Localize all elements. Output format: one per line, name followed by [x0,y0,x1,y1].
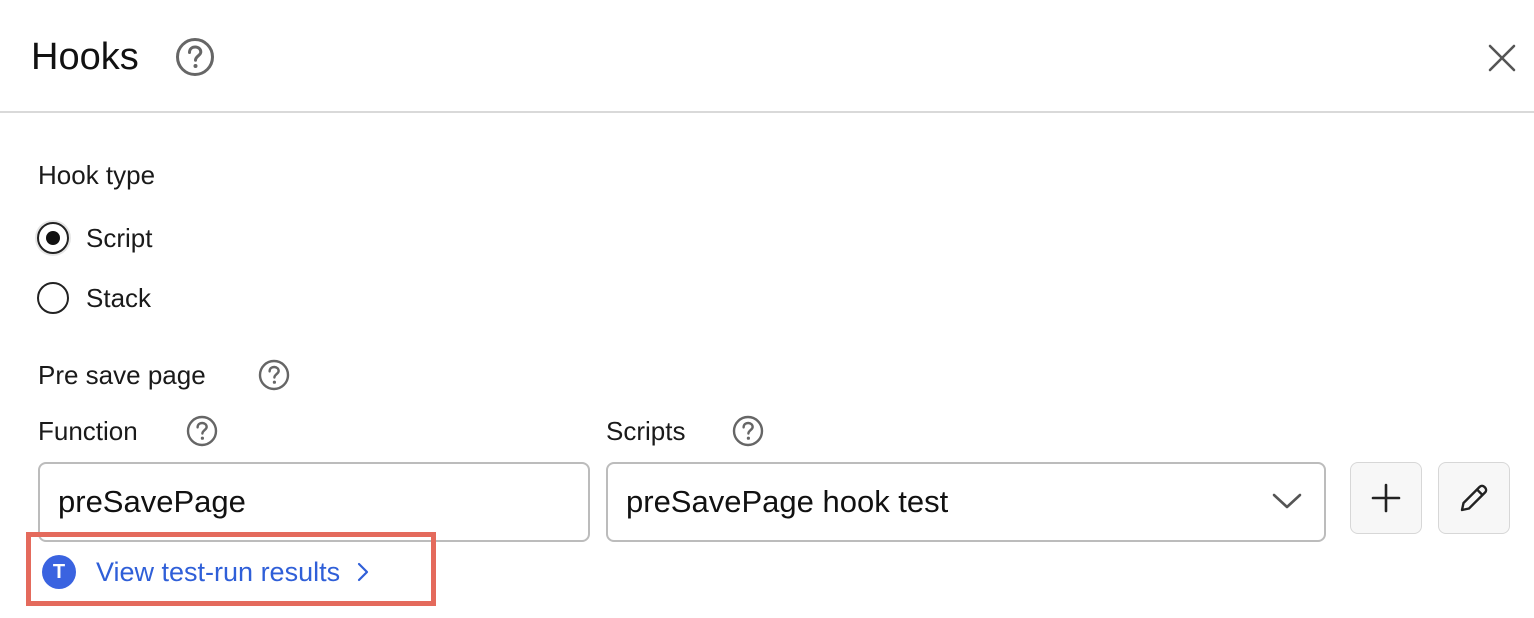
scripts-select[interactable]: preSavePage hook test [606,462,1326,542]
chevron-down-icon [1272,491,1302,511]
function-label: Function [38,416,138,446]
panel-title: Hooks [31,36,139,78]
hook-type-label: Hook type [38,160,156,190]
add-script-button[interactable] [1350,462,1422,534]
edit-script-button[interactable] [1438,462,1510,534]
radio-script-label[interactable]: Script [86,223,152,253]
test-avatar: T [42,555,76,589]
scripts-label: Scripts [606,416,686,446]
title-help-icon[interactable] [175,37,215,77]
close-icon [1488,44,1516,72]
radio-script[interactable]: Script [37,222,152,254]
scripts-help-icon[interactable] [732,415,764,447]
radio-stack[interactable]: Stack [37,282,151,314]
chevron-right-icon [356,561,370,583]
function-input[interactable] [38,462,590,542]
radio-script-circle[interactable] [37,222,69,254]
pre-save-page-help-icon[interactable] [258,359,290,391]
radio-selected-dot [46,231,60,245]
pre-save-page-label: Pre save page [38,360,206,390]
hooks-panel: Hooks Hook type Script Stack Pre save pa… [0,0,1534,618]
view-test-run-results-link[interactable]: T View test-run results [42,554,370,590]
close-button[interactable] [1484,40,1520,76]
scripts-select-value: preSavePage hook test [626,484,949,519]
pencil-icon [1460,484,1488,512]
plus-icon [1371,483,1401,513]
radio-stack-circle[interactable] [37,282,69,314]
function-help-icon[interactable] [186,415,218,447]
radio-stack-label[interactable]: Stack [86,283,151,313]
view-test-run-results-label[interactable]: View test-run results [96,556,340,588]
panel-header: Hooks [0,0,1534,113]
